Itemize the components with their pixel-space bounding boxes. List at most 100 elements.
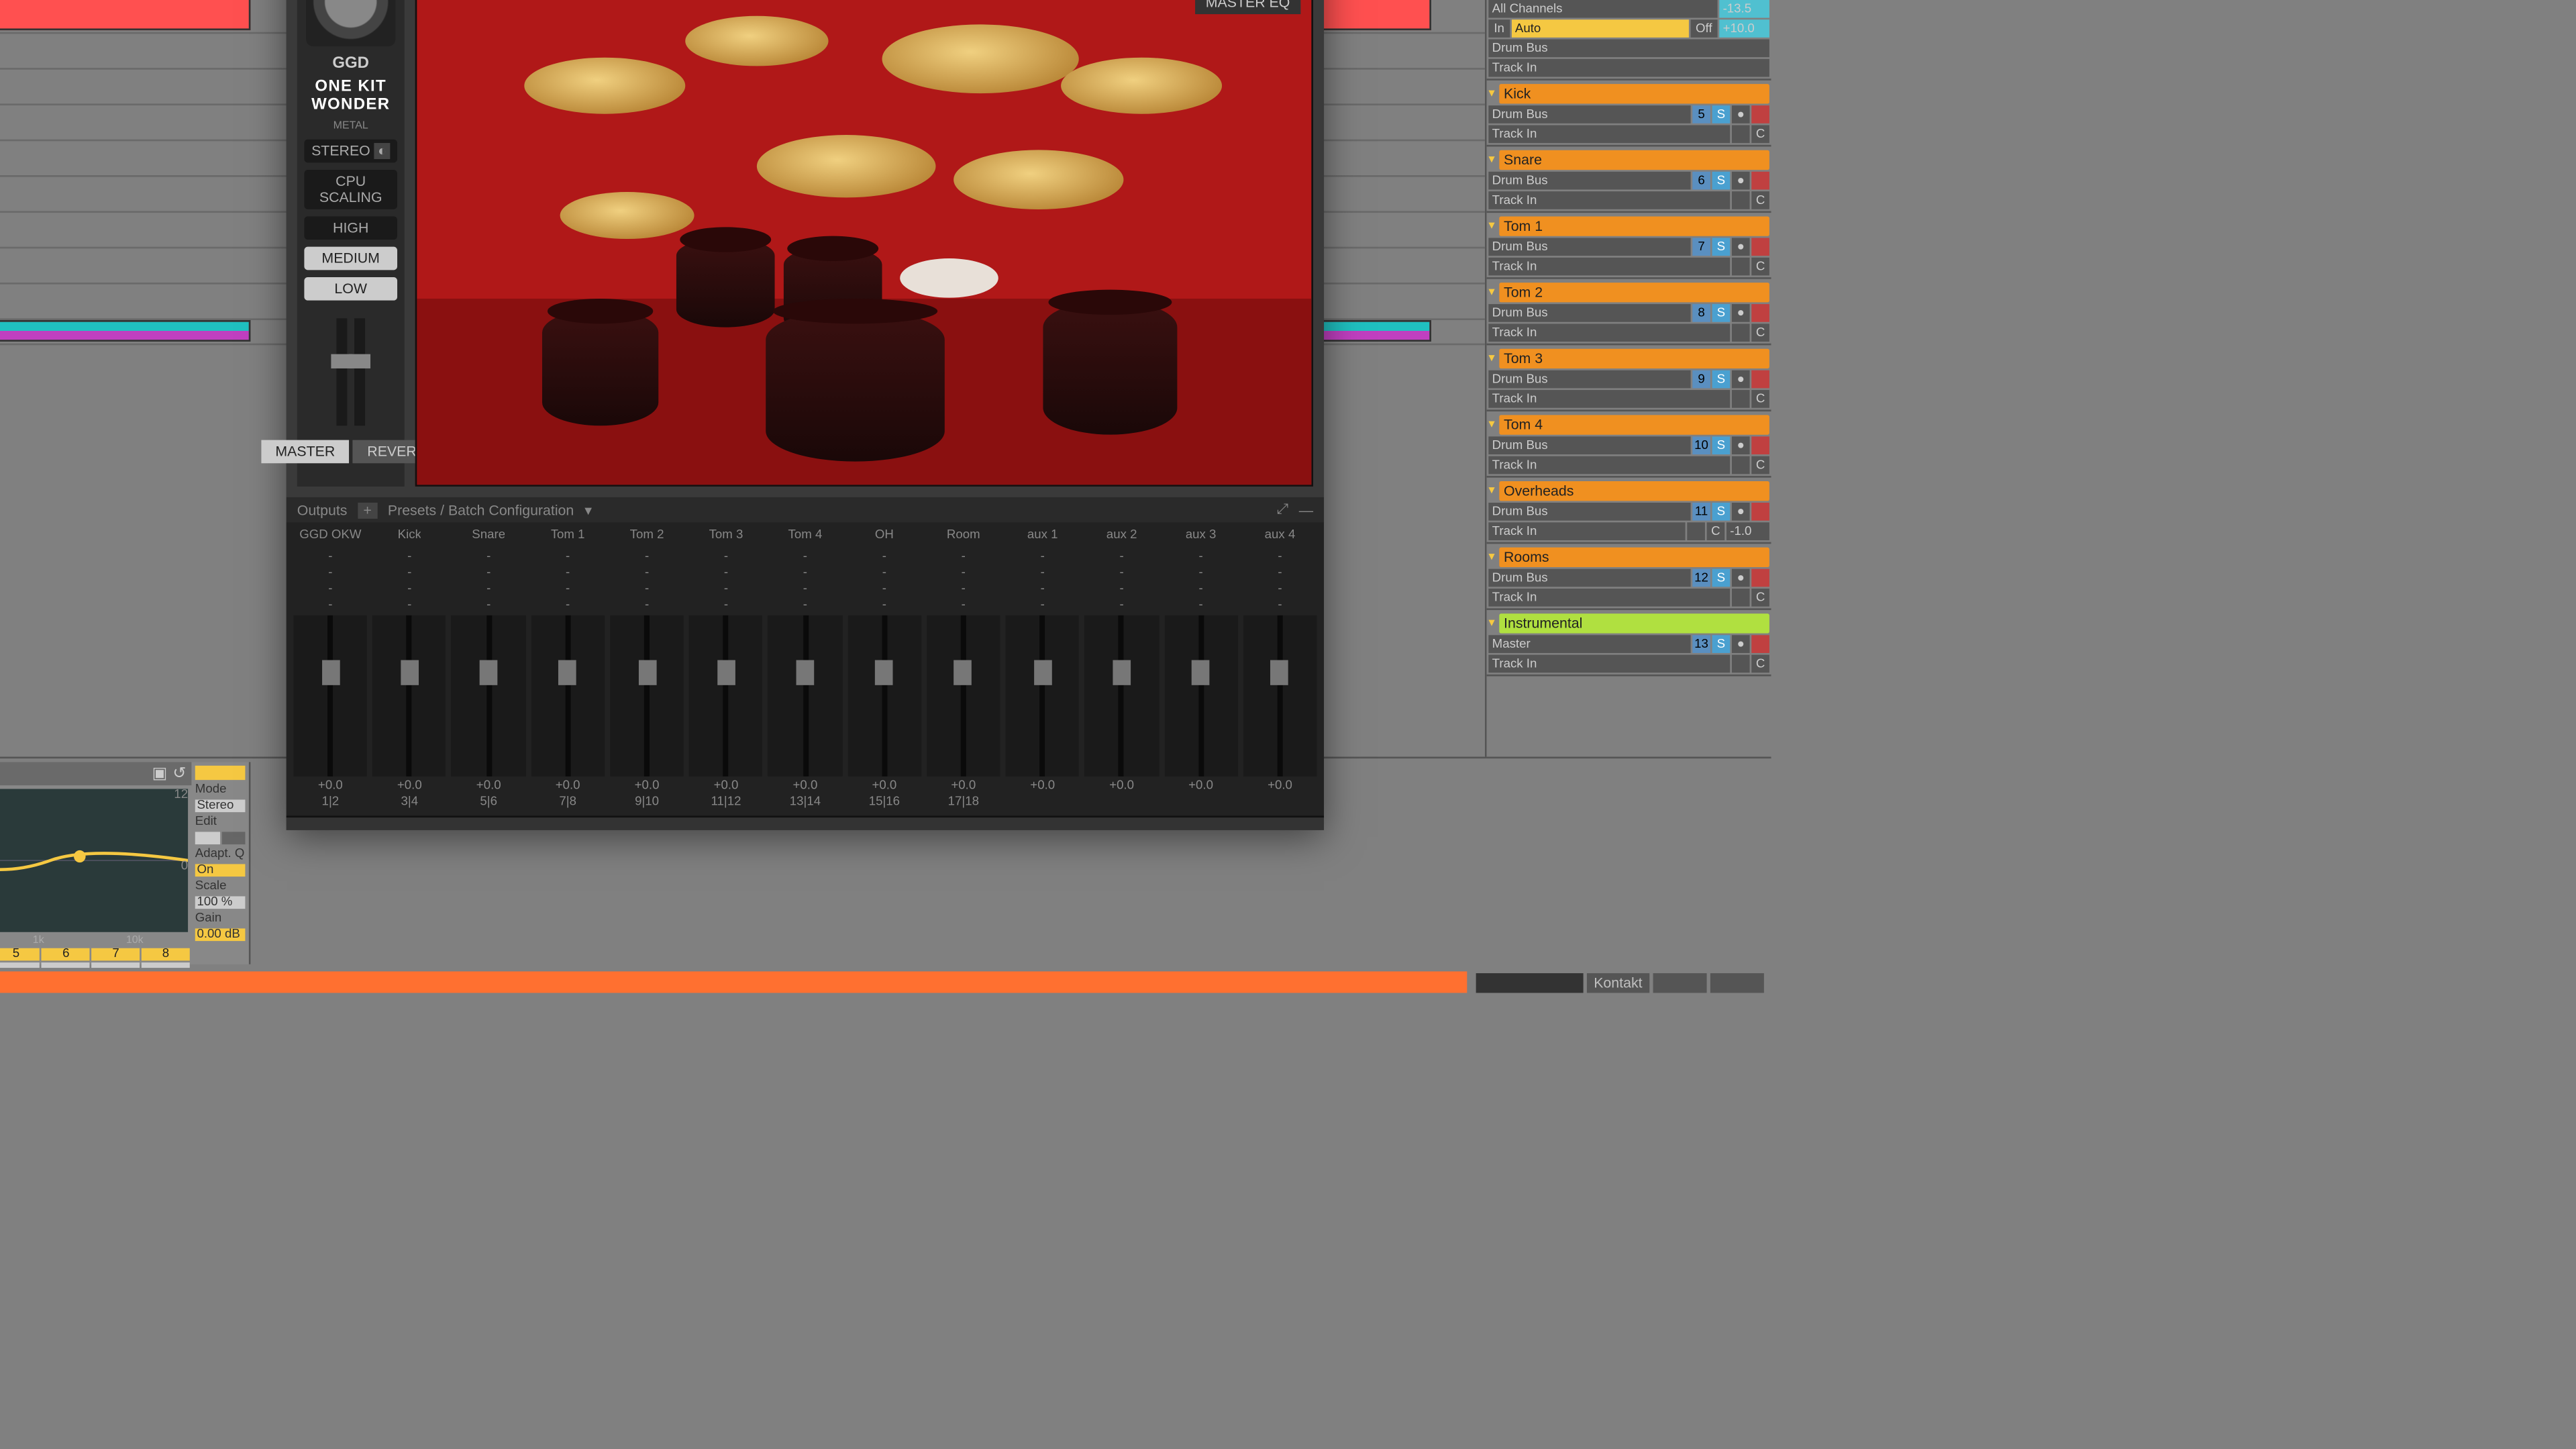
fold-icon[interactable]: ▾ <box>1488 350 1494 364</box>
output-name[interactable]: Kick <box>398 530 421 548</box>
output-db[interactable]: +0.0 <box>1268 780 1292 793</box>
audio-clip-inst[interactable] <box>0 320 250 342</box>
track-routing[interactable]: Drum Bus <box>1488 436 1690 454</box>
output-fader[interactable] <box>1085 615 1159 777</box>
track-name[interactable]: Tom 1 <box>1498 215 1769 235</box>
output-fader[interactable] <box>1243 615 1317 777</box>
floor-tom-icon[interactable] <box>1043 301 1177 435</box>
track-button[interactable]: C <box>1751 258 1769 276</box>
track-send[interactable]: +10.0 <box>1719 19 1769 38</box>
track-header[interactable]: ▾SnareDrum Bus6S●Track InC <box>1487 146 1771 213</box>
output-db[interactable]: +0.0 <box>318 780 343 793</box>
eq-expand-icon[interactable] <box>195 766 246 780</box>
cymbal-icon[interactable] <box>882 24 1079 93</box>
track-button[interactable] <box>1732 589 1750 607</box>
output-routing[interactable]: 15|16 <box>869 796 900 809</box>
output-db[interactable]: +0.0 <box>556 780 580 793</box>
track-routing[interactable]: Drum Bus <box>1488 569 1690 587</box>
track-button[interactable] <box>1751 105 1769 123</box>
hot-swap-icon[interactable]: ↺ <box>172 764 186 783</box>
track-button[interactable] <box>1732 258 1750 276</box>
eq-scale-value[interactable]: 100 % <box>195 896 246 909</box>
outputs-expand-icon[interactable]: ⤢ <box>1277 501 1288 519</box>
tom-icon[interactable] <box>676 238 775 327</box>
track-routing[interactable]: Track In <box>1488 456 1730 474</box>
track-header[interactable]: ▾KickDrum Bus5S●Track InC <box>1487 81 1771 147</box>
track-button[interactable] <box>1751 172 1769 190</box>
track-button[interactable]: ● <box>1732 172 1750 190</box>
drum-kit-view[interactable]: PARALLEL MASTER EQ <box>415 0 1313 487</box>
output-fader[interactable] <box>610 615 684 777</box>
track-name[interactable]: Overheads <box>1498 481 1769 500</box>
track-button[interactable]: C <box>1751 589 1769 607</box>
track-header[interactable]: ▾Tom 3Drum Bus9S●Track InC <box>1487 345 1771 411</box>
track-button[interactable]: S <box>1712 304 1731 322</box>
output-db[interactable]: +0.0 <box>635 780 660 793</box>
cpu-medium-button[interactable]: MEDIUM <box>304 246 397 270</box>
fold-icon[interactable]: ▾ <box>1488 483 1494 497</box>
output-db[interactable]: +0.0 <box>397 780 422 793</box>
track-button[interactable]: ● <box>1732 238 1750 256</box>
track-button[interactable] <box>1732 323 1750 342</box>
output-name[interactable]: aux 4 <box>1265 530 1296 548</box>
output-name[interactable]: Snare <box>472 530 505 548</box>
track-name[interactable]: Snare <box>1498 149 1769 168</box>
track-routing[interactable]: Drum Bus <box>1488 304 1690 322</box>
track-send[interactable]: -13.5 <box>1719 0 1769 17</box>
track-button[interactable]: 9 <box>1692 370 1710 389</box>
track-button[interactable]: C <box>1751 125 1769 143</box>
track-name[interactable]: Kick <box>1498 83 1769 103</box>
eq-mode-value[interactable]: Stereo <box>195 799 246 812</box>
track-button[interactable] <box>1732 390 1750 408</box>
output-db[interactable]: +0.0 <box>1109 780 1134 793</box>
eq-band-on[interactable]: 7 <box>92 948 140 961</box>
eq-band-on[interactable]: 8 <box>142 948 190 961</box>
presets-label[interactable]: Presets / Batch Configuration <box>388 502 574 518</box>
master-button[interactable]: MASTER <box>261 440 350 463</box>
track-button[interactable]: 11 <box>1692 503 1710 521</box>
track-header[interactable]: ▾One ShotsAll Ins4S●All Channels-13.5InA… <box>1487 0 1771 81</box>
track-header[interactable]: ▾Tom 1Drum Bus7S●Track InC <box>1487 213 1771 279</box>
track-button[interactable] <box>1751 503 1769 521</box>
cpu-high-button[interactable]: HIGH <box>304 216 397 240</box>
output-routing[interactable]: 9|10 <box>635 796 659 809</box>
track-button[interactable]: S <box>1712 503 1731 521</box>
kit-fader-2[interactable] <box>354 318 365 426</box>
output-db[interactable]: +0.0 <box>793 780 818 793</box>
track-button[interactable]: 7 <box>1692 238 1710 256</box>
track-routing[interactable]: Track In <box>1488 191 1730 209</box>
track-name[interactable]: Tom 2 <box>1498 282 1769 301</box>
track-button[interactable]: C <box>1751 390 1769 408</box>
output-routing[interactable]: 17|18 <box>948 796 979 809</box>
track-routing[interactable]: Drum Bus <box>1488 370 1690 389</box>
eq-edit-b[interactable] <box>221 832 245 844</box>
cymbal-icon[interactable] <box>757 135 936 197</box>
output-name[interactable]: Tom 2 <box>630 530 664 548</box>
kit-fader-1[interactable] <box>336 318 347 426</box>
track-header[interactable]: ▾Tom 4Drum Bus10S●Track InC <box>1487 411 1771 478</box>
track-routing[interactable]: Drum Bus <box>1488 172 1690 190</box>
track-button[interactable]: C <box>1707 522 1725 540</box>
output-name[interactable]: Tom 3 <box>709 530 743 548</box>
track-routing[interactable]: Track In <box>1488 589 1730 607</box>
fold-icon[interactable]: ▾ <box>1488 218 1494 232</box>
output-db[interactable]: +0.0 <box>714 780 739 793</box>
track-button[interactable] <box>1751 370 1769 389</box>
track-button[interactable]: S <box>1712 105 1731 123</box>
track-button[interactable]: 13 <box>1692 635 1710 653</box>
output-fader[interactable] <box>531 615 605 777</box>
track-routing[interactable]: Drum Bus <box>1488 503 1690 521</box>
track-name[interactable]: Tom 3 <box>1498 348 1769 367</box>
track-routing[interactable]: Track In <box>1488 258 1730 276</box>
audio-clip-inst-b[interactable] <box>1306 320 1431 342</box>
fold-icon[interactable]: ▾ <box>1488 152 1494 166</box>
output-fader[interactable] <box>768 615 842 777</box>
fold-icon[interactable]: ▾ <box>1488 417 1494 431</box>
add-output-icon[interactable]: + <box>358 502 376 518</box>
eq-adapt-value[interactable]: On <box>195 864 246 877</box>
track-routing[interactable]: Drum Bus <box>1488 39 1769 57</box>
eq-gain2-value[interactable]: 0.00 dB <box>195 928 246 941</box>
output-name[interactable]: aux 3 <box>1186 530 1217 548</box>
track-routing[interactable]: Track In <box>1488 522 1685 540</box>
output-name[interactable]: OH <box>875 530 894 548</box>
